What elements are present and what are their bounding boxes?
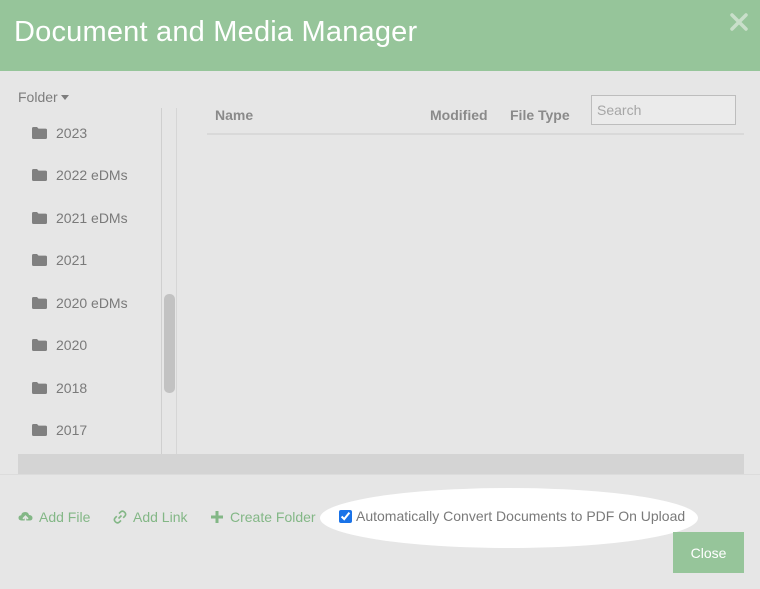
folder-icon <box>32 382 47 394</box>
folder-item-label: 2023 <box>56 125 88 141</box>
folder-icon <box>32 212 47 224</box>
convert-option[interactable]: Automatically Convert Documents to PDF O… <box>339 508 685 524</box>
add-file-button[interactable]: Add File <box>18 508 90 526</box>
dialog-header: Document and Media Manager <box>0 0 760 71</box>
folder-item-label: 2017 <box>56 422 88 438</box>
folder-item-2020[interactable]: 2020 <box>32 333 87 357</box>
header-divider <box>207 133 744 135</box>
folder-icon <box>32 339 47 351</box>
folder-item-label: 2020 eDMs <box>56 295 128 311</box>
folder-item-label: 2022 eDMs <box>56 167 128 183</box>
folder-dropdown[interactable]: Folder <box>18 89 69 105</box>
folder-icon <box>32 127 47 139</box>
tree-scrollbar-track[interactable] <box>162 108 177 454</box>
dialog-title: Document and Media Manager <box>14 16 418 48</box>
tree-scrollbar-thumb[interactable] <box>164 294 175 393</box>
link-icon <box>113 510 127 524</box>
add-link-button[interactable]: Add Link <box>113 508 187 526</box>
folder-item-label: 2018 <box>56 380 88 396</box>
column-header-file-type[interactable]: File Type <box>510 107 570 123</box>
folder-icon <box>32 254 47 266</box>
plus-icon <box>210 510 224 524</box>
column-header-name[interactable]: Name <box>215 107 253 123</box>
folder-item-2017[interactable]: 2017 <box>32 418 87 442</box>
folder-item-2020-edms[interactable]: 2020 eDMs <box>32 291 128 315</box>
folder-item-2022-edms[interactable]: 2022 eDMs <box>32 163 128 187</box>
search-input[interactable] <box>591 95 736 125</box>
folder-item-2018[interactable]: 2018 <box>32 376 87 400</box>
folder-item-label: 2021 <box>56 252 88 268</box>
folder-icon <box>32 297 47 309</box>
folder-tree: 2023 2022 eDMs 2021 eDMs 2021 2020 eDMs … <box>18 108 162 454</box>
close-x-icon[interactable] <box>728 10 750 36</box>
folder-item-label: 2021 eDMs <box>56 210 128 226</box>
folder-icon <box>32 424 47 436</box>
create-folder-button[interactable]: Create Folder <box>210 508 316 526</box>
close-button[interactable]: Close <box>673 532 744 573</box>
folder-item-2021[interactable]: 2021 <box>32 248 87 272</box>
footer-divider <box>0 474 760 475</box>
convert-to-pdf-label[interactable]: Automatically Convert Documents to PDF O… <box>356 508 685 524</box>
add-file-label: Add File <box>39 509 91 525</box>
folder-item-label: 2020 <box>56 337 88 353</box>
column-header-modified[interactable]: Modified <box>430 107 488 123</box>
horizontal-scrollbar[interactable] <box>18 454 744 474</box>
add-link-label: Add Link <box>133 509 188 525</box>
folder-icon <box>32 169 47 181</box>
convert-to-pdf-checkbox[interactable] <box>339 509 352 523</box>
folder-item-2021-edms[interactable]: 2021 eDMs <box>32 206 128 230</box>
folder-dropdown-label: Folder <box>18 89 58 105</box>
cloud-upload-icon <box>18 511 33 524</box>
create-folder-label: Create Folder <box>230 509 316 525</box>
folder-item-2023[interactable]: 2023 <box>32 121 87 145</box>
caret-down-icon <box>60 95 69 100</box>
file-list: Name Modified File Type <box>207 95 744 454</box>
